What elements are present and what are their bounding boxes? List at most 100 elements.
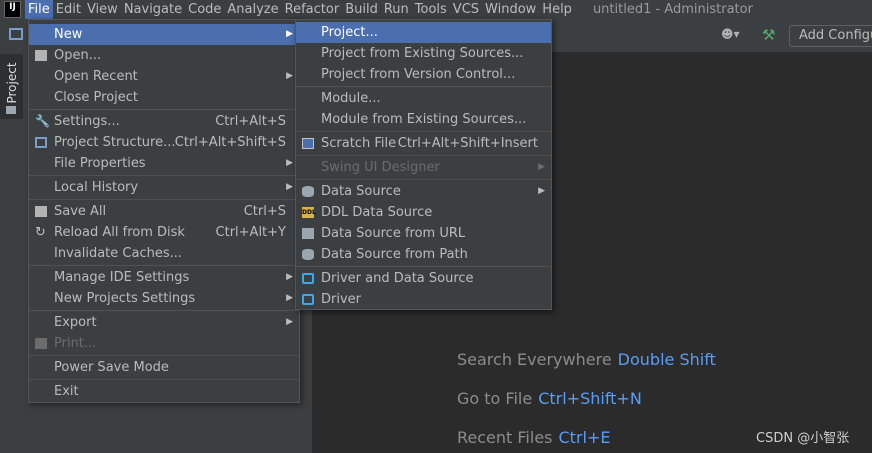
item-label: Module... — [321, 91, 381, 106]
menu-refactor[interactable]: Refactor — [282, 0, 343, 19]
item-label: Data Source — [321, 184, 401, 199]
menu-bar: IJ File Edit View Navigate Code Analyze … — [0, 0, 872, 19]
item-label: Print... — [54, 336, 97, 351]
menu-item-new-project[interactable]: Project... — [296, 22, 551, 43]
menu-separator — [29, 355, 299, 356]
item-label: Settings... — [54, 114, 120, 129]
menu-code[interactable]: Code — [185, 0, 224, 19]
item-label: New — [54, 27, 83, 42]
menu-help[interactable]: Help — [539, 0, 575, 19]
menu-separator — [29, 199, 299, 200]
menu-analyze[interactable]: Analyze — [224, 0, 281, 19]
menu-build[interactable]: Build — [342, 0, 381, 19]
menu-separator — [29, 265, 299, 266]
project-tool-tab[interactable]: Project — [0, 54, 23, 119]
menu-window[interactable]: Window — [482, 0, 539, 19]
menu-separator — [29, 109, 299, 110]
menu-item-project-structure[interactable]: Project Structure... Ctrl+Alt+Shift+S — [29, 132, 299, 153]
item-label: Manage IDE Settings — [54, 270, 190, 285]
menu-item-scratch-file[interactable]: Scratch File Ctrl+Alt+Shift+Insert — [296, 133, 551, 154]
submenu-arrow-icon: ▶ — [286, 182, 293, 192]
menu-item-reload-all[interactable]: ↻ Reload All from Disk Ctrl+Alt+Y — [29, 222, 299, 243]
item-label: Invalidate Caches... — [54, 246, 183, 261]
menu-item-save-all[interactable]: Save All Ctrl+S — [29, 201, 299, 222]
user-icon[interactable]: ☻▾ — [721, 27, 740, 41]
menu-run[interactable]: Run — [381, 0, 412, 19]
menu-separator — [296, 131, 551, 132]
item-label: Data Source from URL — [321, 226, 466, 241]
menu-item-project-from-existing[interactable]: Project from Existing Sources... — [296, 43, 551, 64]
menu-edit[interactable]: Edit — [53, 0, 84, 19]
menu-item-exit[interactable]: Exit — [29, 381, 299, 402]
item-shortcut: Ctrl+Alt+Shift+Insert — [397, 136, 538, 151]
hint-go-to-file: Go to File Ctrl+Shift+N — [457, 389, 642, 408]
intellij-logo-icon: IJ — [4, 1, 21, 18]
item-label: Project from Existing Sources... — [321, 46, 524, 61]
menu-item-swing-ui-designer[interactable]: Swing UI Designer ▶ — [296, 157, 551, 178]
submenu-arrow-icon: ▶ — [286, 71, 293, 81]
item-label: Project from Version Control... — [321, 67, 516, 82]
menu-item-ddl-data-source[interactable]: DDL DDL Data Source — [296, 202, 551, 223]
menu-view[interactable]: View — [84, 0, 121, 19]
menu-navigate[interactable]: Navigate — [121, 0, 185, 19]
menu-item-invalidate-caches[interactable]: Invalidate Caches... — [29, 243, 299, 264]
scratch-file-icon — [302, 138, 314, 149]
item-label: Exit — [54, 384, 79, 399]
menu-item-settings[interactable]: 🔧 Settings... Ctrl+Alt+S — [29, 111, 299, 132]
menu-item-open[interactable]: Open... — [29, 45, 299, 66]
item-label: Open Recent — [54, 69, 138, 84]
menu-item-new[interactable]: New ▶ — [29, 24, 299, 45]
menu-separator — [29, 379, 299, 380]
print-icon — [35, 338, 47, 349]
menu-item-new-projects-settings[interactable]: New Projects Settings ▶ — [29, 288, 299, 309]
menu-item-data-source-url[interactable]: Data Source from URL — [296, 223, 551, 244]
item-label: File Properties — [54, 156, 146, 171]
submenu-arrow-icon: ▶ — [286, 272, 293, 282]
item-label: Module from Existing Sources... — [321, 112, 527, 127]
menu-tools[interactable]: Tools — [412, 0, 450, 19]
item-label: Scratch File — [321, 136, 397, 151]
menu-item-file-properties[interactable]: File Properties ▶ — [29, 153, 299, 174]
item-label: Swing UI Designer — [321, 160, 440, 175]
menu-item-print[interactable]: Print... — [29, 333, 299, 354]
menu-item-project-from-vcs[interactable]: Project from Version Control... — [296, 64, 551, 85]
menu-item-export[interactable]: Export ▶ — [29, 312, 299, 333]
hint-search-everywhere: Search Everywhere Double Shift — [457, 350, 716, 369]
item-label: DDL Data Source — [321, 205, 433, 220]
menu-item-power-save-mode[interactable]: Power Save Mode — [29, 357, 299, 378]
item-label: Data Source from Path — [321, 247, 468, 262]
driver-icon — [302, 294, 314, 305]
item-label: Open... — [54, 48, 102, 63]
menu-item-module-from-existing[interactable]: Module from Existing Sources... — [296, 109, 551, 130]
build-hammer-icon[interactable]: ⚒ — [762, 26, 775, 44]
menu-item-driver-and-data-source[interactable]: Driver and Data Source — [296, 268, 551, 289]
item-label: Power Save Mode — [54, 360, 169, 375]
project-view-icon[interactable] — [9, 28, 23, 40]
menu-separator — [296, 155, 551, 156]
menu-item-local-history[interactable]: Local History ▶ — [29, 177, 299, 198]
hint-shortcut: Ctrl+Shift+N — [538, 389, 642, 408]
menu-item-module[interactable]: Module... — [296, 88, 551, 109]
menu-item-data-source[interactable]: Data Source ▶ — [296, 181, 551, 202]
hint-label: Recent Files — [457, 428, 553, 447]
submenu-arrow-icon: ▶ — [286, 29, 293, 39]
menu-item-driver[interactable]: Driver — [296, 289, 551, 310]
menu-separator — [29, 175, 299, 176]
menu-file[interactable]: File — [25, 0, 53, 19]
wrench-icon: 🔧 — [35, 114, 50, 128]
item-label: Save All — [54, 204, 107, 219]
submenu-arrow-icon: ▶ — [286, 293, 293, 303]
add-configuration-button[interactable]: Add Configu — [789, 25, 872, 47]
item-label: Project Structure... — [54, 135, 176, 150]
menu-item-manage-ide-settings[interactable]: Manage IDE Settings ▶ — [29, 267, 299, 288]
submenu-arrow-icon: ▶ — [286, 317, 293, 327]
menu-item-data-source-path[interactable]: Data Source from Path — [296, 244, 551, 265]
menu-separator — [296, 86, 551, 87]
hint-recent-files: Recent Files Ctrl+E — [457, 428, 610, 447]
hint-shortcut: Double Shift — [617, 350, 716, 369]
item-label: Project... — [321, 25, 378, 40]
submenu-arrow-icon: ▶ — [286, 158, 293, 168]
menu-item-open-recent[interactable]: Open Recent ▶ — [29, 66, 299, 87]
menu-vcs[interactable]: VCS — [450, 0, 482, 19]
menu-item-close-project[interactable]: Close Project — [29, 87, 299, 108]
